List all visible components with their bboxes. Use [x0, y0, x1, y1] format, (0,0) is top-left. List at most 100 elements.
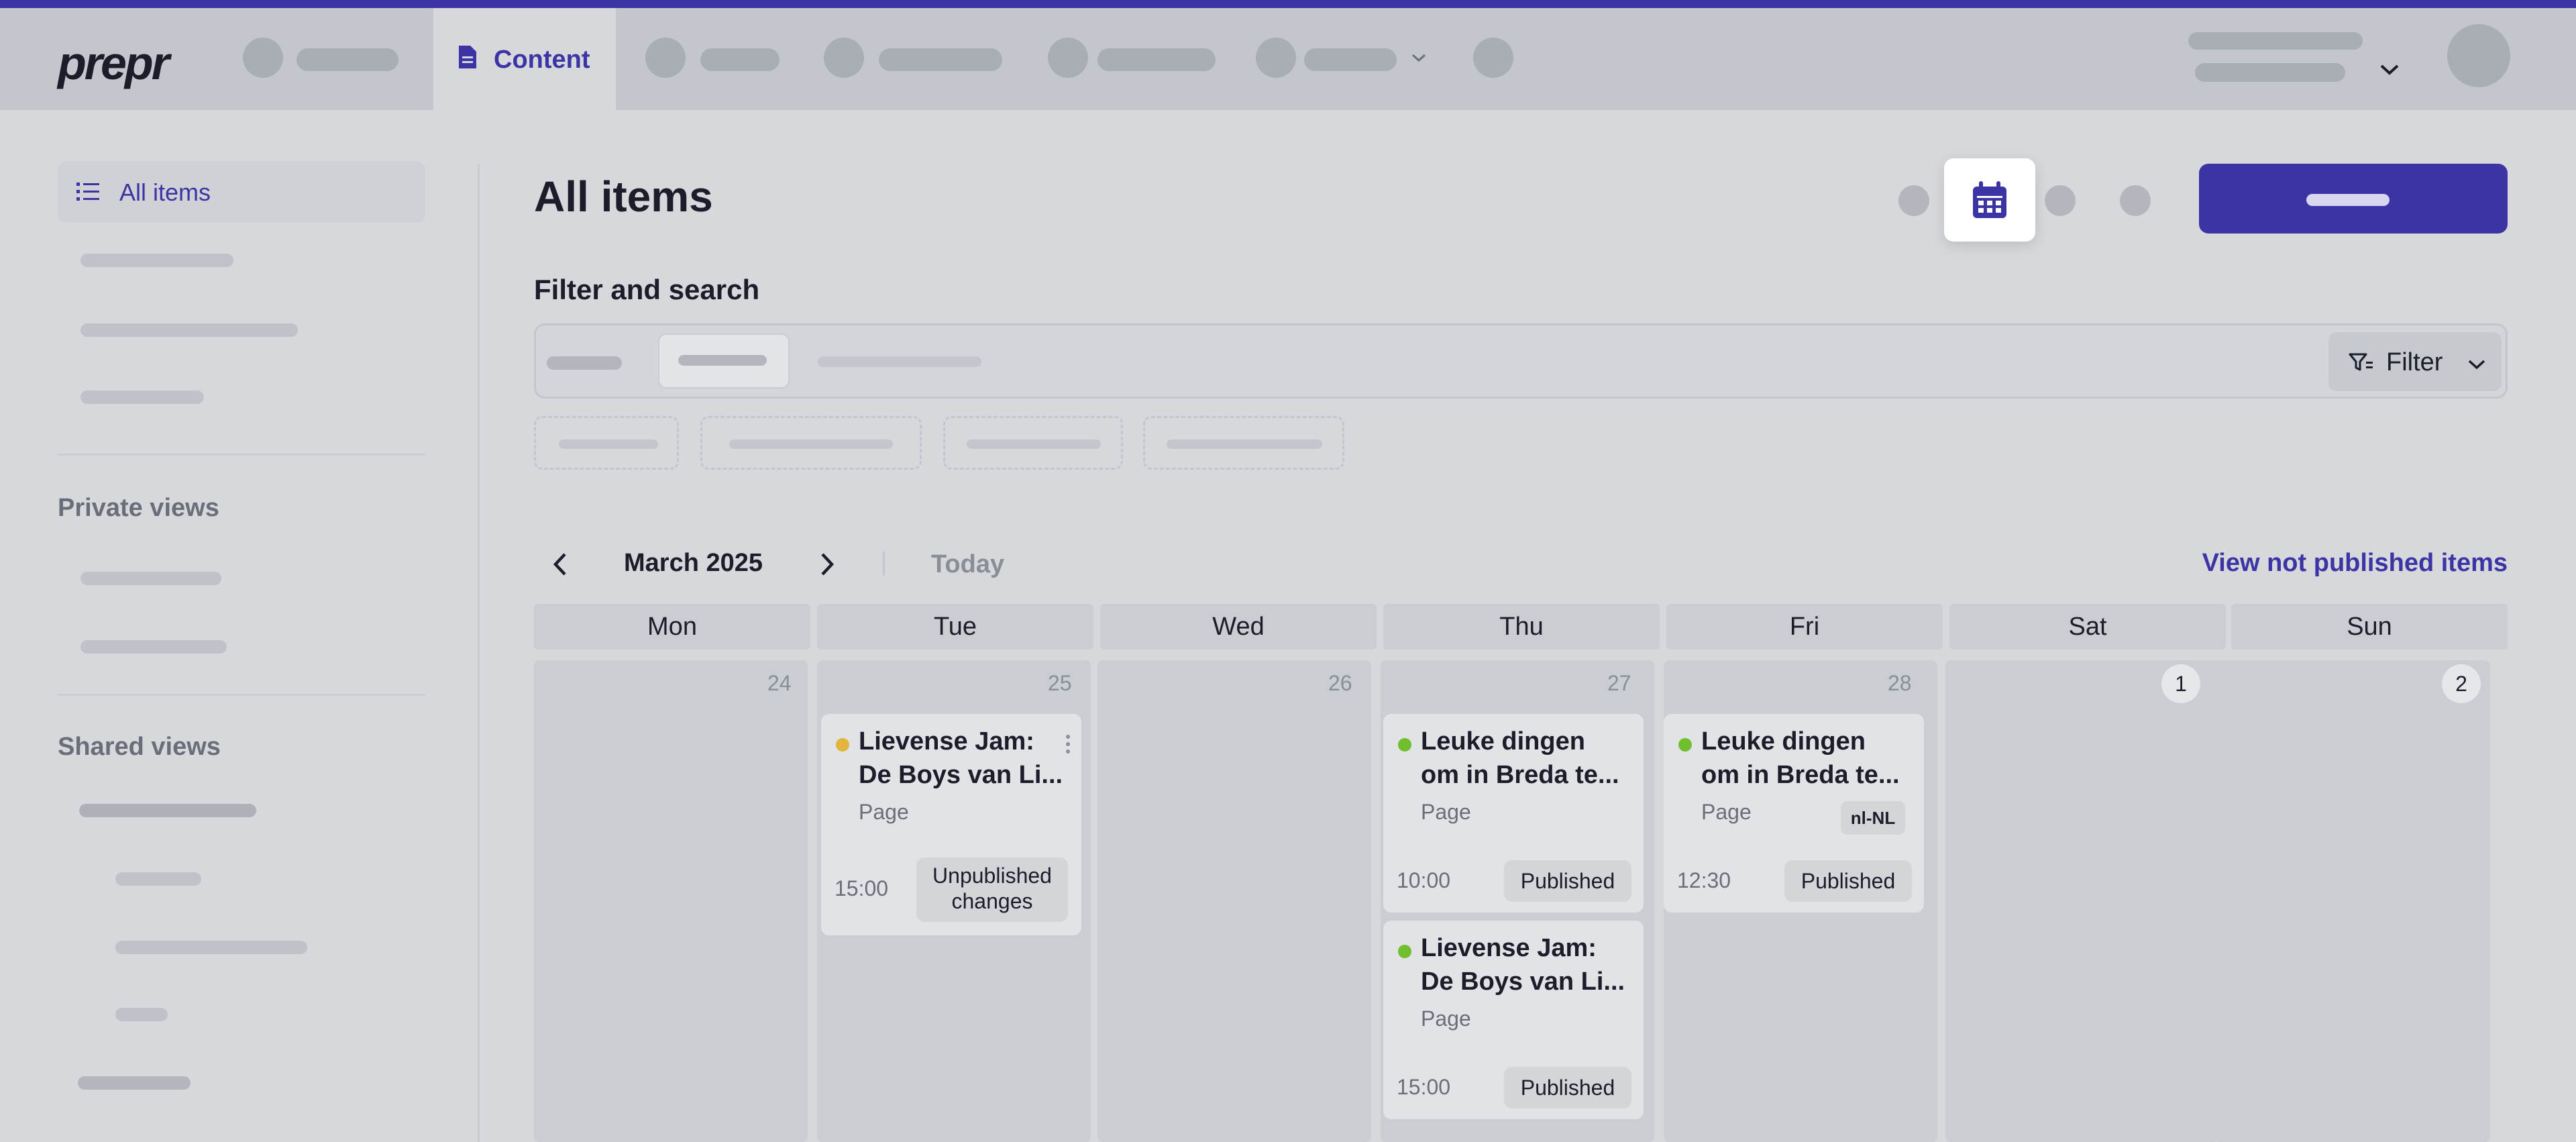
- card-title: Leuke dingen: [1421, 727, 1585, 756]
- sidebar-divider: [58, 454, 425, 456]
- top-accent-stripe: [0, 0, 2576, 8]
- tab-content-label: Content: [494, 46, 590, 74]
- card-title: Lievense Jam:: [1421, 934, 1597, 962]
- nav-placeholder-icon[interactable]: [1473, 38, 1513, 78]
- calendar-day-cell[interactable]: [534, 660, 808, 1142]
- private-views-heading: Private views: [58, 494, 219, 522]
- avatar[interactable]: [2447, 24, 2510, 87]
- nav-placeholder-icon[interactable]: [243, 38, 283, 78]
- status-badge: Published: [1504, 1067, 1631, 1108]
- card-time: 10:00: [1397, 868, 1451, 892]
- chevron-left-icon[interactable]: [549, 550, 573, 578]
- card-title: De Boys van Li...: [859, 761, 1063, 789]
- card-time: 12:30: [1677, 868, 1731, 892]
- filter-chip-placeholder[interactable]: [534, 416, 679, 470]
- search-filter-bar[interactable]: Filter: [534, 323, 2508, 399]
- search-input[interactable]: [818, 356, 981, 367]
- nav-placeholder-icon[interactable]: [645, 38, 686, 78]
- list-icon: [76, 183, 99, 201]
- nav-placeholder-label[interactable]: [879, 48, 1002, 71]
- calendar-month-label: March 2025: [624, 549, 763, 577]
- filter-icon: [2349, 353, 2373, 371]
- card-title: om in Breda te...: [1421, 761, 1619, 789]
- filter-button[interactable]: Filter: [2328, 332, 2502, 391]
- today-button[interactable]: Today: [931, 550, 1004, 579]
- calendar-item-card[interactable]: Lievense Jam: De Boys van Li... Page 15:…: [1383, 921, 1644, 1119]
- segment-option-selected[interactable]: [658, 333, 790, 388]
- card-title: Leuke dingen: [1701, 727, 1866, 756]
- nav-placeholder-icon[interactable]: [824, 38, 864, 78]
- status-dot: [836, 738, 849, 751]
- filter-chip-placeholder[interactable]: [1143, 416, 1344, 470]
- tab-content[interactable]: Content: [433, 8, 616, 110]
- sidebar-subitem-placeholder[interactable]: [115, 941, 307, 954]
- day-number: 25: [1048, 671, 1072, 695]
- document-icon: [459, 46, 476, 68]
- more-vertical-icon[interactable]: [1065, 734, 1071, 754]
- calendar-nav-divider: [883, 552, 885, 576]
- primary-action-button[interactable]: [2199, 164, 2508, 233]
- sidebar-border: [478, 164, 480, 1142]
- sidebar-item-placeholder[interactable]: [78, 1076, 191, 1090]
- calendar-item-card[interactable]: Leuke dingen om in Breda te... Page 10:0…: [1383, 714, 1644, 913]
- sidebar-subitem-placeholder[interactable]: [115, 1008, 168, 1021]
- sidebar-item-label: All items: [119, 178, 211, 206]
- status-dot: [1398, 738, 1411, 751]
- prepr-logo[interactable]: prepr: [58, 36, 170, 90]
- day-number: 26: [1328, 671, 1352, 695]
- view-toggle-placeholder[interactable]: [1898, 185, 1929, 216]
- day-number: 28: [1888, 671, 1912, 695]
- workspace-subtitle-placeholder: [2195, 63, 2345, 82]
- status-badge-line: changes: [951, 889, 1033, 913]
- nav-placeholder-label[interactable]: [1304, 48, 1397, 71]
- weekday-header: Fri: [1666, 604, 1943, 650]
- chevron-down-icon[interactable]: [1410, 51, 1428, 64]
- weekday-header: Thu: [1383, 604, 1660, 650]
- calendar-view-toggle[interactable]: [1944, 158, 2035, 242]
- chevron-down-icon[interactable]: [2377, 60, 2402, 78]
- weekday-header: Tue: [817, 604, 1093, 650]
- calendar-item-card[interactable]: Lievense Jam: De Boys van Li... Page 15:…: [821, 714, 1081, 935]
- day-number: 27: [1607, 671, 1631, 695]
- sidebar-subitem-placeholder[interactable]: [115, 872, 201, 886]
- sidebar-item-placeholder[interactable]: [80, 254, 233, 267]
- filter-chip-placeholder[interactable]: [943, 416, 1123, 470]
- calendar-day-cell[interactable]: [2214, 660, 2490, 1142]
- card-type: Page: [1421, 1006, 1471, 1031]
- workspace-name-placeholder: [2188, 32, 2363, 50]
- status-badge-line: Unpublished: [932, 864, 1052, 888]
- shared-views-heading: Shared views: [58, 733, 221, 761]
- nav-placeholder-label[interactable]: [297, 48, 398, 71]
- top-navigation-bar: prepr: [0, 8, 2576, 110]
- view-toggle-placeholder[interactable]: [2045, 185, 2076, 216]
- chevron-right-icon[interactable]: [814, 550, 839, 578]
- nav-placeholder-label[interactable]: [1097, 48, 1216, 71]
- card-time: 15:00: [1397, 1075, 1451, 1099]
- nav-placeholder-label[interactable]: [700, 48, 780, 71]
- filter-chip-placeholder[interactable]: [700, 416, 922, 470]
- day-number: 1: [2161, 664, 2200, 703]
- sidebar-item-placeholder[interactable]: [80, 391, 204, 404]
- calendar-item-card[interactable]: Leuke dingen om in Breda te... Page nl-N…: [1664, 714, 1924, 913]
- segment-option[interactable]: [547, 356, 622, 370]
- nav-placeholder-icon[interactable]: [1048, 38, 1088, 78]
- card-time: 15:00: [835, 876, 889, 900]
- locale-badge: nl-NL: [1841, 801, 1905, 835]
- day-number: 24: [767, 671, 792, 695]
- sidebar-item-all-items[interactable]: All items: [58, 161, 425, 223]
- calendar-day-cell[interactable]: [1097, 660, 1371, 1142]
- segment-label-placeholder: [678, 355, 767, 366]
- card-type: Page: [1701, 800, 1752, 824]
- view-toggle-placeholder[interactable]: [2120, 185, 2151, 216]
- card-title: om in Breda te...: [1701, 761, 1900, 789]
- sidebar-divider: [58, 694, 425, 696]
- card-title: Lievense Jam:: [859, 727, 1034, 756]
- view-not-published-link[interactable]: View not published items: [2202, 549, 2508, 578]
- sidebar-item-placeholder[interactable]: [80, 323, 298, 337]
- sidebar-item-placeholder[interactable]: [80, 640, 227, 654]
- sidebar-item-placeholder[interactable]: [80, 572, 221, 585]
- sidebar-item-placeholder[interactable]: [79, 804, 256, 817]
- nav-placeholder-icon[interactable]: [1256, 38, 1296, 78]
- calendar-day-cell[interactable]: [1945, 660, 2219, 1142]
- day-number: 2: [2442, 664, 2481, 703]
